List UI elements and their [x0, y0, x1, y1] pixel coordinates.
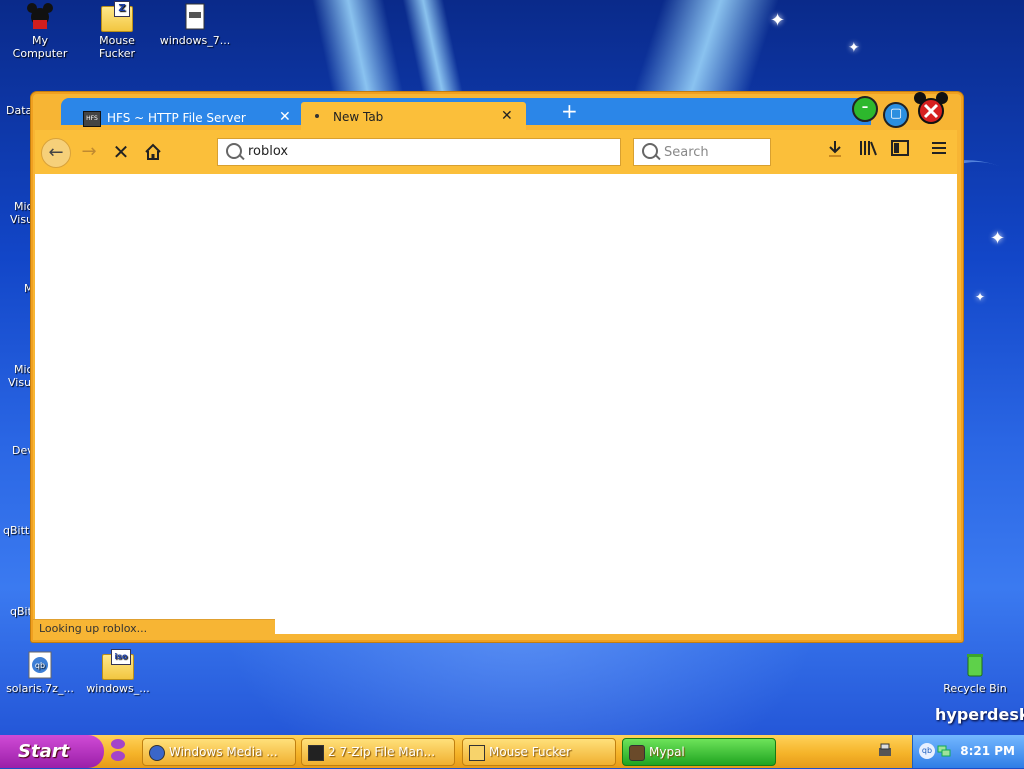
desktop-icon-label: windows_... [86, 682, 150, 695]
tab-strip: HFS HFS ~ HTTP File Server ✕ New Tab ✕ + [61, 98, 871, 132]
desktop-icon-edge[interactable]: qBitt [3, 524, 29, 537]
task-windows-media[interactable]: Windows Media ... [142, 738, 296, 766]
network-tray-icon[interactable] [937, 743, 951, 757]
library-icon [860, 141, 877, 156]
desktop-icon-mouse-fucker[interactable]: Z Mouse Fucker [77, 1, 157, 60]
stop-button[interactable]: ✕ [107, 138, 135, 166]
desktop-icon-windows-7[interactable]: windows_7... [155, 2, 235, 47]
task-label: 2 7-Zip File Man... [328, 745, 436, 759]
url-bar[interactable]: roblox [217, 138, 621, 166]
sparkle-icon: ✦ [770, 10, 786, 31]
sparkle-icon: ✦ [975, 290, 986, 304]
nav-toolbar: ← → ✕ roblox Search [35, 130, 957, 174]
close-window-button[interactable] [914, 92, 948, 126]
desktop-icon-label: Computer [12, 47, 68, 60]
task-mouse-fucker[interactable]: Mouse Fucker [462, 738, 616, 766]
desktop-icon-edge[interactable]: Data [6, 104, 32, 117]
downloads-button[interactable] [827, 140, 843, 162]
search-input[interactable]: Search [664, 145, 709, 160]
task-mypal[interactable]: Mypal [622, 738, 776, 766]
forward-arrow-icon: → [81, 141, 97, 162]
desktop-icon-my-computer[interactable]: My Computer [0, 2, 80, 60]
qbittorrent-file-icon: qb [25, 650, 55, 680]
zip-folder-icon: Z [101, 1, 133, 32]
hyperdesk-logo: hyperdesk [935, 705, 1024, 724]
start-button[interactable]: Start [0, 735, 104, 768]
desktop-icon-label: Recycle Bin [943, 682, 1007, 695]
sidebar-icon [891, 140, 909, 156]
recycle-bin-icon [960, 650, 990, 680]
library-button[interactable] [859, 140, 877, 160]
tab-new-tab[interactable]: New Tab ✕ [301, 102, 526, 132]
desktop-icon-label: solaris.7z_... [6, 682, 74, 695]
new-tab-button[interactable]: + [561, 101, 578, 121]
desktop-icon-edge[interactable]: Mic [14, 200, 33, 213]
desktop-icon-recycle-bin[interactable]: Recycle Bin [935, 650, 1015, 695]
quicklaunch-mickey-icon[interactable] [106, 736, 128, 766]
desktop-icon-edge: Visu [10, 213, 34, 226]
close-tab-icon[interactable]: ✕ [279, 109, 291, 125]
task-label: Mypal [649, 745, 685, 759]
hamburger-menu-icon [932, 142, 946, 154]
document-icon [180, 2, 210, 32]
desktop-icon-label: Fucker [98, 47, 135, 60]
back-button[interactable]: ← [41, 138, 71, 168]
task-label: Mouse Fucker [489, 745, 572, 759]
clock[interactable]: 8:21 PM [960, 744, 1015, 758]
iso-file-icon: iso [102, 649, 134, 680]
minimize-button[interactable]: – [852, 96, 878, 122]
desktop-icon-edge[interactable]: qBit [10, 605, 32, 618]
search-icon [226, 143, 242, 159]
7zip-icon [308, 744, 324, 761]
desktop-icon-windows-iso[interactable]: iso windows_... [78, 649, 158, 695]
url-input[interactable]: roblox [248, 144, 288, 159]
browser-window: HFS HFS ~ HTTP File Server ✕ New Tab ✕ +… [31, 92, 963, 642]
search-icon [642, 143, 658, 159]
qbittorrent-tray-icon[interactable]: qb [919, 743, 935, 759]
search-box[interactable]: Search [633, 138, 771, 166]
download-arrow-icon [829, 141, 841, 157]
maximize-button[interactable]: ▢ [883, 102, 909, 128]
task-label: Windows Media ... [169, 745, 278, 759]
tab-title: New Tab [333, 110, 384, 124]
taskbar: Start Windows Media ... 2 7-Zip File Man… [0, 735, 1024, 768]
sparkle-icon: ✦ [848, 40, 860, 56]
desktop-icon-label: windows_7... [159, 34, 231, 47]
hfs-icon: HFS [83, 111, 101, 127]
status-bar: Looking up roblox... [33, 619, 275, 636]
page-content[interactable] [35, 174, 957, 634]
sidebar-button[interactable] [891, 140, 909, 160]
system-tray: qb 8:21 PM [912, 735, 1024, 768]
tab-hfs[interactable]: HFS HFS ~ HTTP File Server ✕ [61, 104, 299, 132]
desktop-icon-edge: Visu [8, 376, 32, 389]
desktop-icon-edge[interactable]: Mic [14, 363, 33, 376]
mickey-close-icon [914, 92, 948, 124]
home-icon [145, 143, 161, 160]
sparkle-icon: ✦ [990, 228, 1006, 249]
media-player-icon [149, 744, 165, 761]
close-tab-icon[interactable]: ✕ [501, 108, 513, 124]
back-arrow-icon: ← [48, 142, 64, 163]
mypal-icon [629, 744, 645, 761]
folder-icon [469, 744, 485, 761]
forward-button[interactable]: → [75, 138, 103, 166]
tab-title: HFS ~ HTTP File Server [107, 111, 246, 125]
menu-button[interactable] [931, 140, 947, 159]
task-7zip[interactable]: 2 7-Zip File Man... [301, 738, 455, 766]
mickey-computer-icon [25, 2, 55, 32]
svg-text:qb: qb [35, 661, 45, 670]
tray-printer-icon[interactable] [878, 743, 892, 759]
desktop-icon-solaris[interactable]: qb solaris.7z_... [0, 650, 80, 695]
loading-dot-icon [315, 114, 319, 118]
desktop-icon-label: Mouse [99, 34, 135, 47]
desktop-icon-label: My [31, 34, 48, 47]
stop-x-icon: ✕ [112, 140, 130, 164]
home-button[interactable] [139, 138, 167, 166]
